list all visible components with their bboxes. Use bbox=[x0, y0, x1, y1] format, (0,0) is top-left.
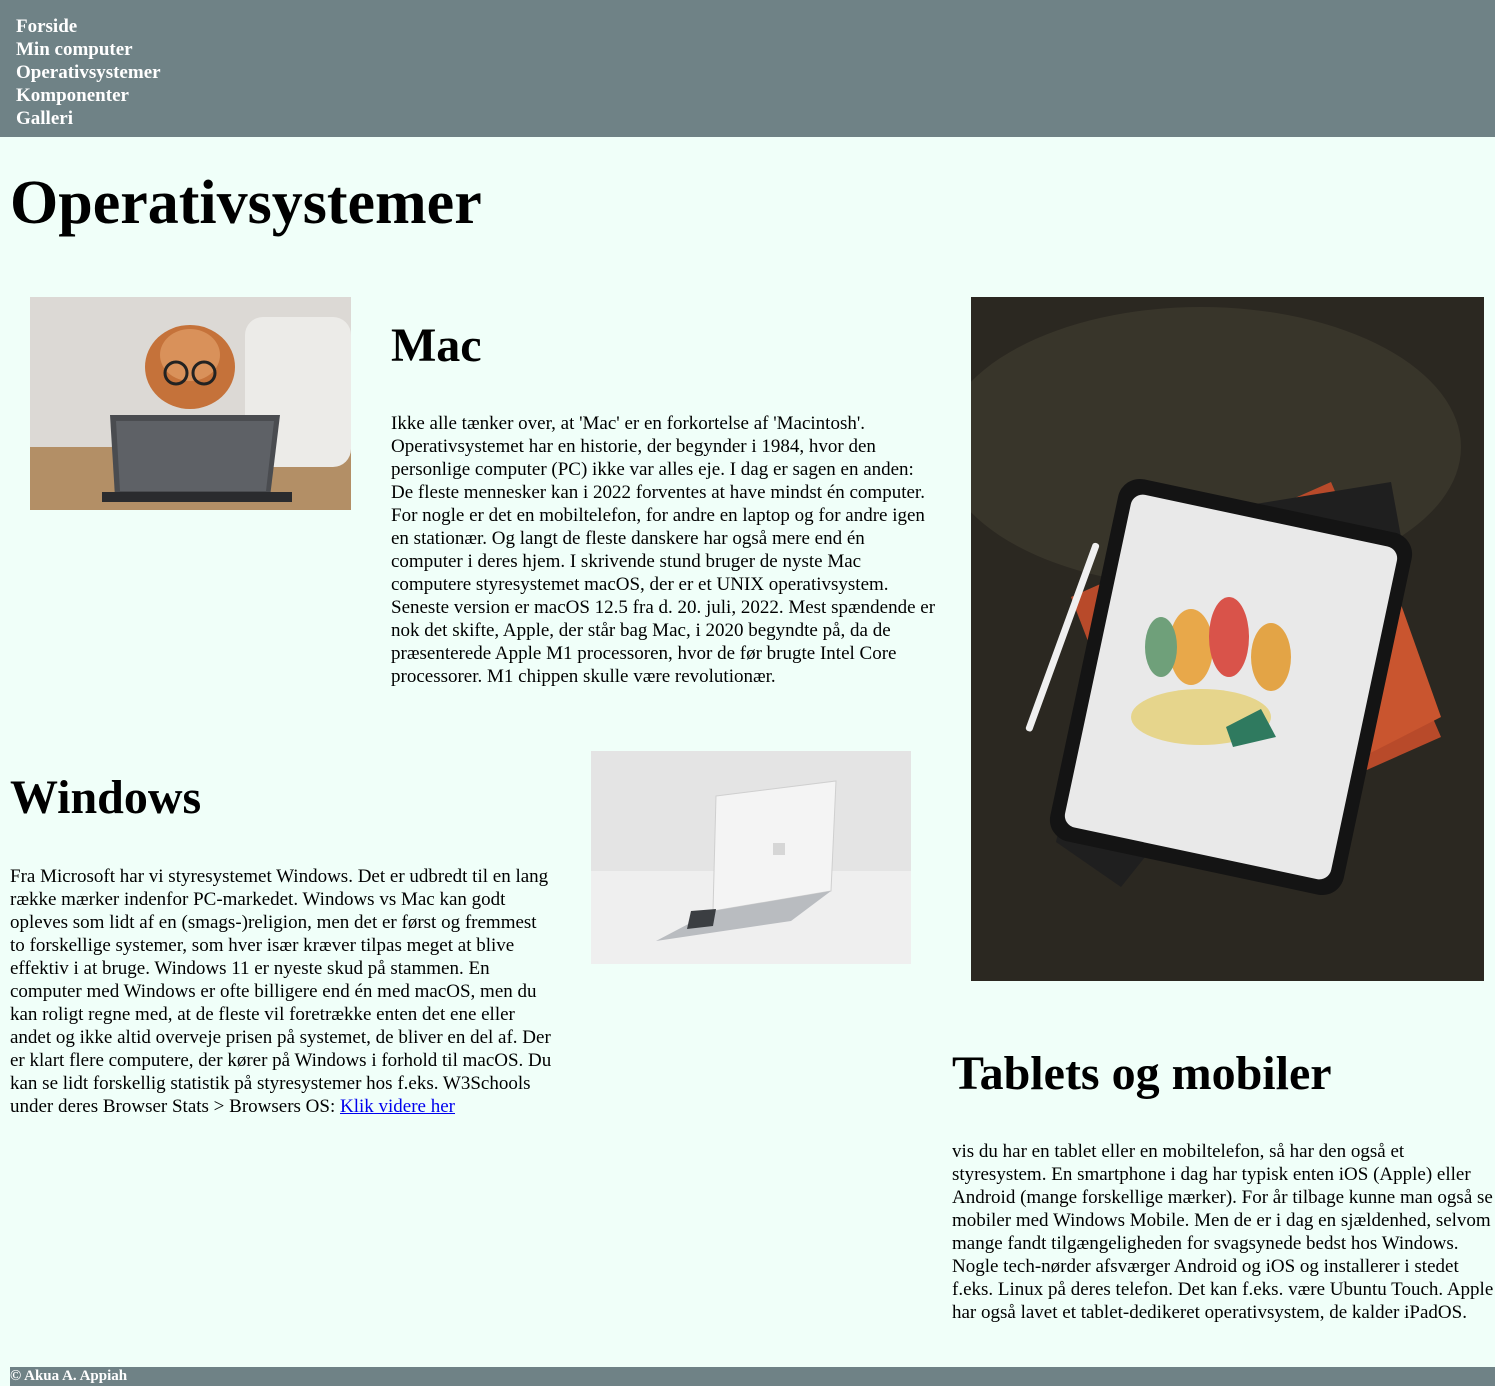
mac-heading: Mac bbox=[391, 319, 482, 372]
nav-link-operativsystemer[interactable]: Operativsystemer bbox=[16, 61, 1495, 84]
windows-paragraph: Fra Microsoft har vi styresystemet Windo… bbox=[10, 865, 555, 1118]
page-title: Operativsystemer bbox=[10, 169, 482, 237]
nav-link-komponenter[interactable]: Komponenter bbox=[16, 84, 1495, 107]
windows-paragraph-text: Fra Microsoft har vi styresystemet Windo… bbox=[10, 866, 552, 1117]
windows-image-laptop bbox=[591, 751, 911, 964]
nav-link-forside[interactable]: Forside bbox=[16, 15, 1495, 38]
nav-link-galleri[interactable]: Galleri bbox=[16, 107, 1495, 130]
top-navigation: Forside Min computer Operativsystemer Ko… bbox=[0, 0, 1495, 137]
mac-paragraph: Ikke alle tænker over, at 'Mac' er en fo… bbox=[391, 413, 936, 687]
footer: © Akua A. Appiah bbox=[10, 1367, 1495, 1386]
mac-image-dog-with-tablet bbox=[30, 297, 351, 510]
windows-heading: Windows bbox=[10, 771, 202, 824]
tablets-heading: Tablets og mobiler bbox=[952, 1047, 1332, 1100]
windows-stats-link[interactable]: Klik videre her bbox=[340, 1096, 455, 1117]
tablet-image-ipad-drawing bbox=[971, 297, 1484, 981]
tablets-paragraph: vis du har en tablet eller en mobiltelef… bbox=[952, 1141, 1494, 1323]
page: Forside Min computer Operativsystemer Ko… bbox=[0, 0, 1495, 1386]
nav-link-min-computer[interactable]: Min computer bbox=[16, 38, 1495, 61]
